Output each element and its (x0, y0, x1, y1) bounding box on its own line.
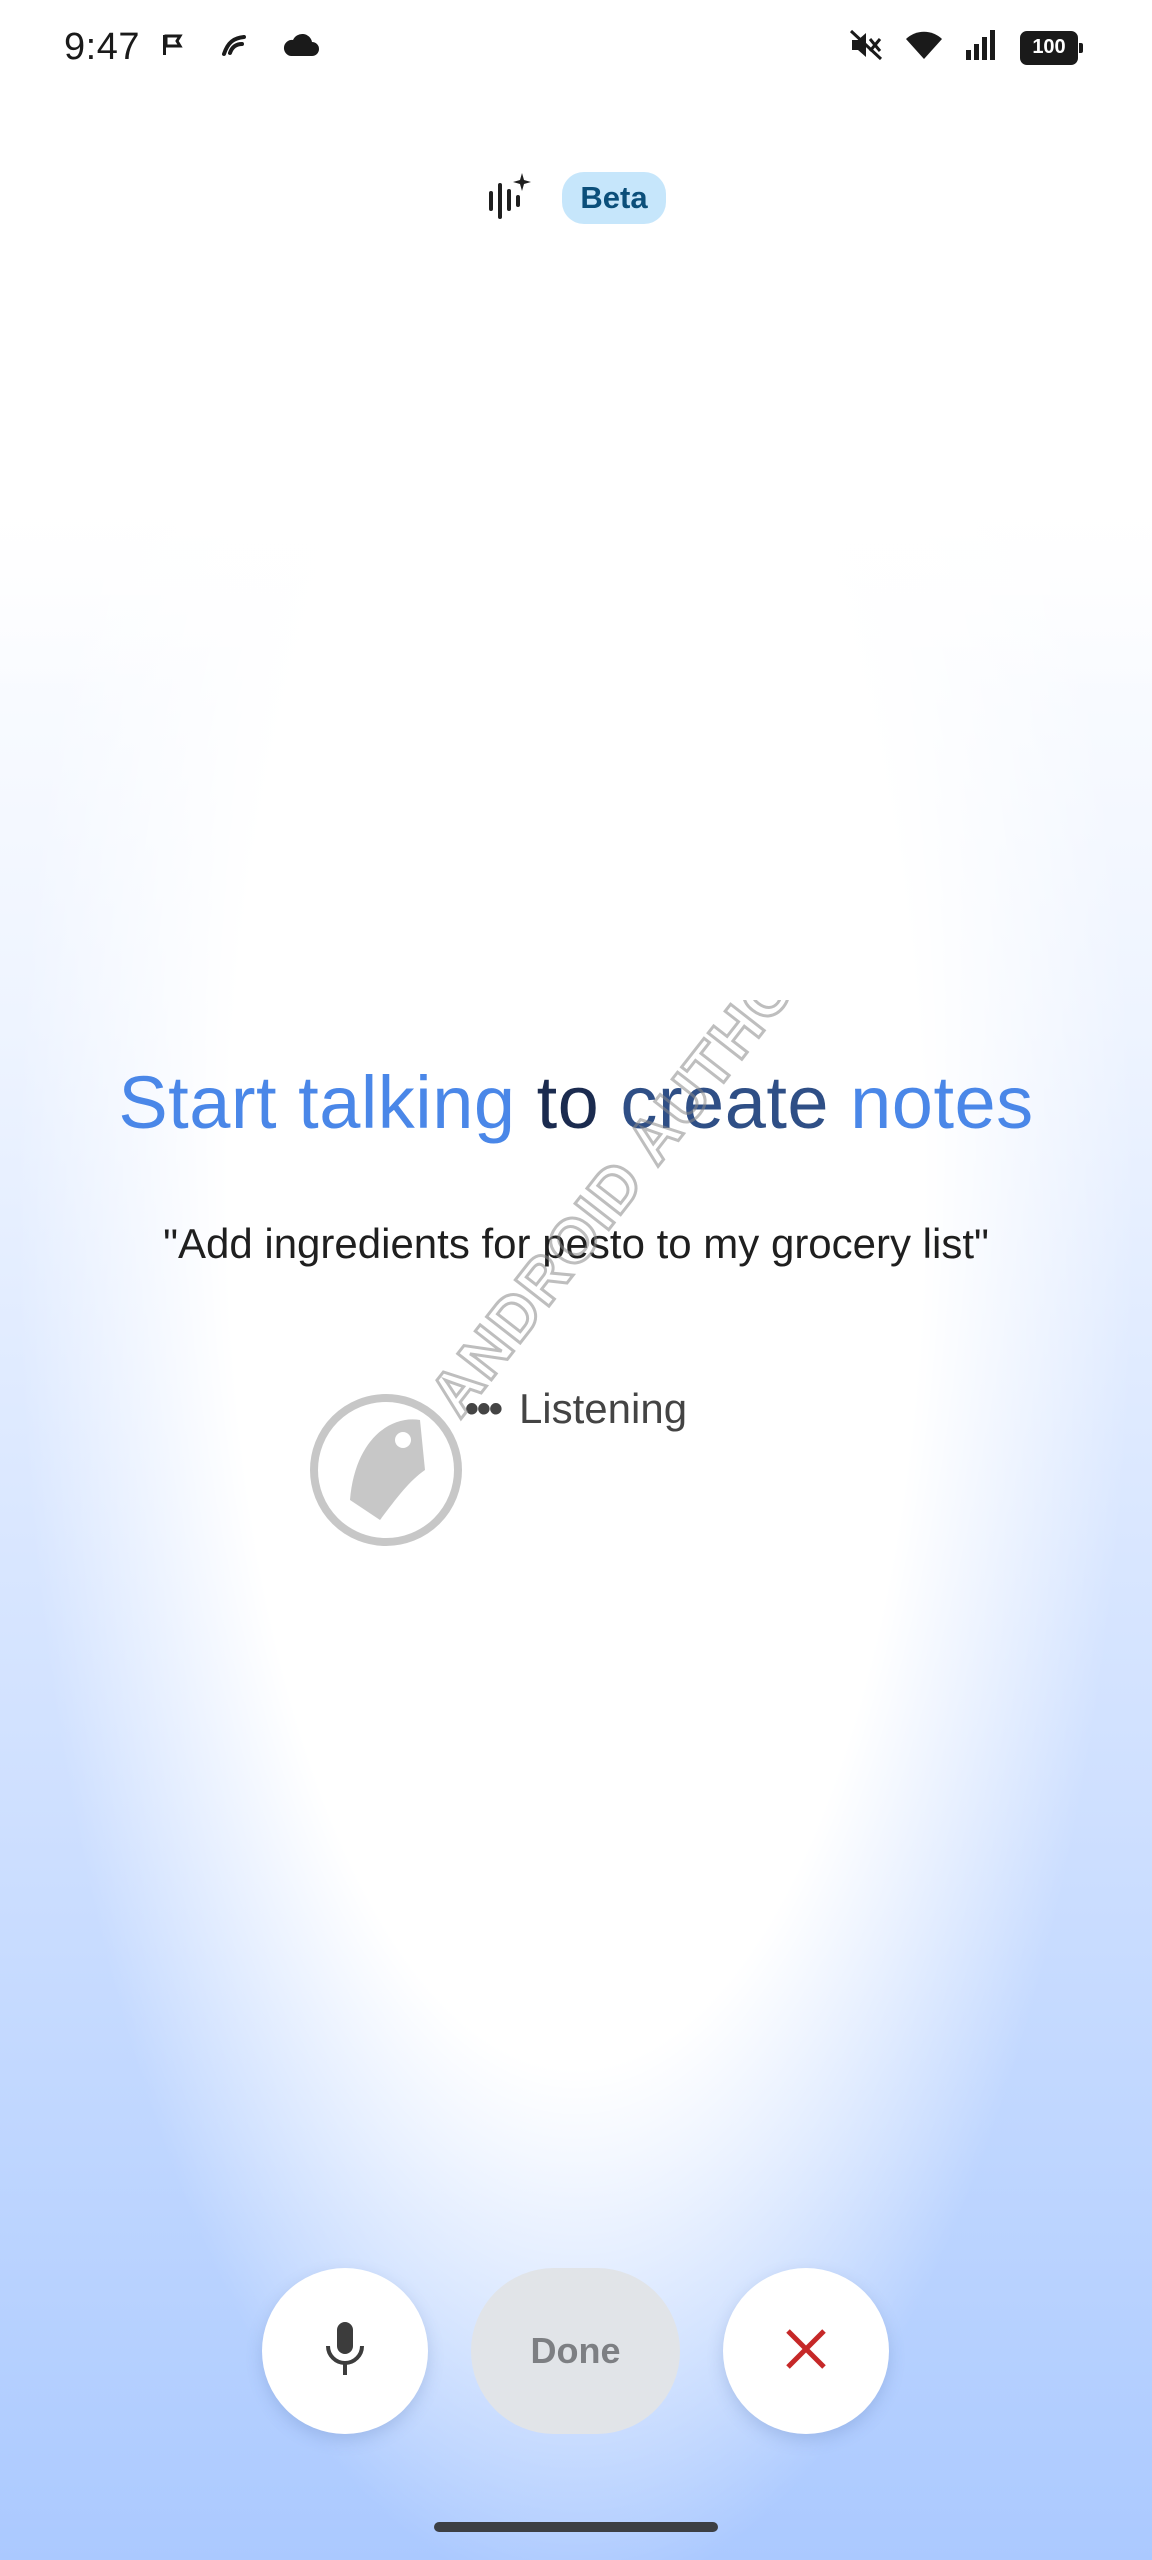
beta-badge: Beta (562, 172, 666, 224)
header: Beta (0, 168, 1152, 228)
headline-notes: notes (829, 1061, 1034, 1144)
close-button[interactable] (723, 2268, 889, 2434)
listening-dots-icon: ••• (464, 1386, 503, 1431)
status-time: 9:47 (64, 26, 140, 68)
status-left-icons (160, 32, 320, 63)
listening-label: Listening (518, 1385, 688, 1432)
mic-button[interactable] (262, 2268, 428, 2434)
headline-start-talking: Start talking (118, 1061, 516, 1144)
microphone-icon (323, 2320, 367, 2383)
fingerprint-sync-icon (220, 32, 248, 63)
headline: Start talking to create notes (0, 1060, 1152, 1145)
mute-icon (848, 28, 884, 67)
close-icon (784, 2327, 828, 2376)
headline-create: create (620, 1061, 830, 1144)
flag-icon (160, 32, 186, 63)
voice-notes-screen: 9:47 100 Beta Start talking to create no… (0, 0, 1152, 2560)
status-right-icons: 100 (848, 28, 1083, 67)
signal-icon (964, 28, 1000, 67)
done-button[interactable]: Done (471, 2268, 680, 2434)
home-indicator[interactable] (434, 2522, 718, 2532)
wifi-icon (904, 29, 944, 66)
example-prompt: "Add ingredients for pesto to my grocery… (163, 1220, 989, 1267)
cloud-icon (282, 32, 320, 63)
status-bar: 9:47 100 (0, 0, 1152, 100)
listening-status: ••• Listening (0, 1385, 1152, 1433)
headline-to: to (515, 1061, 621, 1144)
voice-sparkle-icon (486, 171, 532, 226)
battery-indicator: 100 (1020, 30, 1083, 65)
